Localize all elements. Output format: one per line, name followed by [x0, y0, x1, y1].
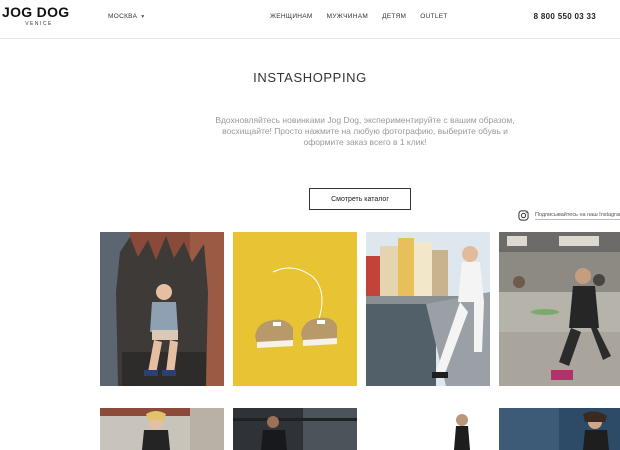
chevron-down-icon: ▼ [140, 14, 146, 20]
nav-kids[interactable]: ДЕТЯМ [382, 13, 406, 20]
page-title: INSTASHOPPING [253, 70, 367, 85]
logo[interactable]: JOG DOG VENICE [2, 4, 72, 28]
view-catalog-button[interactable]: Смотреть каталог [309, 188, 411, 210]
insta-photo-throne[interactable] [100, 232, 224, 386]
insta-photo-balcony[interactable] [100, 408, 224, 450]
insta-photo-city-girl[interactable] [499, 408, 620, 450]
city-selector[interactable]: МОСКВА ▼ [108, 13, 145, 20]
insta-photo-cafe[interactable] [499, 232, 620, 386]
logo-sub: VENICE [25, 21, 53, 27]
nav-outlet[interactable]: OUTLET [420, 13, 447, 20]
instagram-link-text: Подписывайтесь на наш Instagram [535, 212, 620, 220]
main-nav: ЖЕНЩИНАМ МУЖЧИНАМ ДЕТЯМ OUTLET [270, 13, 462, 20]
nav-men[interactable]: МУЖЧИНАМ [327, 13, 368, 20]
nav-women[interactable]: ЖЕНЩИНАМ [270, 13, 313, 20]
city-label: МОСКВА [108, 13, 138, 20]
insta-photo-white-girl[interactable] [366, 408, 490, 450]
page-description: Вдохновляйтесь новинками Jog Dog, экспер… [215, 115, 515, 147]
insta-photo-sneakers[interactable] [233, 232, 357, 386]
insta-photo-embankment[interactable] [366, 232, 490, 386]
phone-number[interactable]: 8 800 550 03 33 [534, 12, 596, 21]
site-header: JOG DOG VENICE МОСКВА ▼ ЖЕНЩИНАМ МУЖЧИНАМ… [0, 0, 620, 39]
instagram-icon [518, 210, 529, 221]
instagram-follow-link[interactable]: Подписывайтесь на наш Instagram [518, 210, 620, 221]
logo-main: JOG DOG [2, 4, 70, 20]
insta-photo-street-man[interactable] [233, 408, 357, 450]
